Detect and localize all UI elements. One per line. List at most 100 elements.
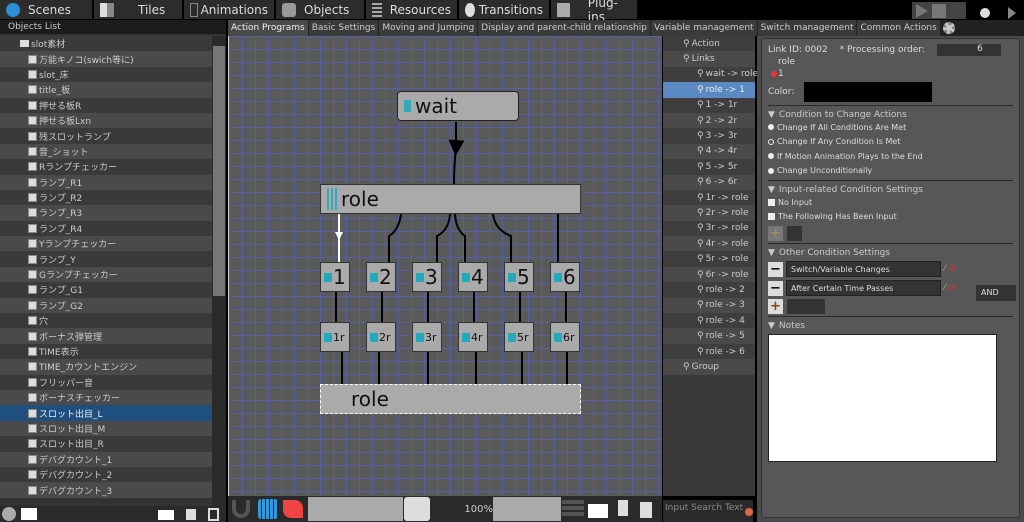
tree-link-item[interactable]: ⚲ 3r -> role [663, 220, 755, 237]
object-list-item[interactable]: 音_ショット [0, 143, 212, 160]
condition-radio[interactable]: Change If Any Condition Is Met [768, 135, 1013, 150]
object-list-item[interactable]: TIME_カウントエンジン [0, 359, 212, 375]
tab-resources[interactable]: Resources [366, 0, 459, 19]
add-condition-button[interactable]: + [768, 299, 783, 314]
tree-action[interactable]: ⚲ Action [663, 36, 755, 52]
action-node-4r[interactable]: 4r [458, 322, 488, 352]
object-list-item[interactable]: ランプ_R1 [0, 174, 212, 190]
following-input-checkbox[interactable]: The Following Has Been Input [768, 210, 1013, 225]
canvas-scroll-left[interactable] [308, 497, 403, 521]
object-list-item[interactable]: TIME表示 [0, 343, 212, 360]
new-object-icon[interactable] [186, 509, 196, 520]
object-list-item[interactable]: 押せる板Lxn [0, 112, 212, 129]
tree-link-item[interactable]: ⚲ 3 -> 3r [663, 128, 755, 144]
add-folder-icon[interactable] [588, 504, 608, 518]
processing-order-field[interactable]: 6 [936, 44, 1001, 56]
object-list-item[interactable]: Rランプチェッカー [0, 159, 212, 175]
action-node-6[interactable]: 6 [550, 262, 580, 292]
condition-radio[interactable]: Change If All Conditions Are Met [768, 120, 1013, 135]
action-node-5[interactable]: 5 [504, 262, 534, 292]
tree-link-item[interactable]: ⚲ role -> 3 [663, 297, 755, 314]
object-list-item[interactable]: ランプ_Y [0, 251, 212, 267]
object-list-item[interactable]: スロット出目_R [0, 436, 212, 452]
folder-item[interactable]: slot素材 [0, 36, 212, 52]
edit-icon[interactable]: ⁄ [944, 264, 946, 274]
action-node-2[interactable]: 2 [366, 262, 396, 292]
object-list-item[interactable]: slot_床 [0, 66, 212, 83]
play-icon[interactable] [916, 3, 928, 18]
no-input-checkbox[interactable]: No Input [768, 195, 1013, 210]
tree-link-item[interactable]: ⚲ wait -> role [663, 66, 758, 83]
tree-link-item[interactable]: ⚲ 4r -> role [663, 236, 755, 252]
object-list-item[interactable]: ランプ_R4 [0, 220, 212, 237]
notes-header[interactable]: ▼ Notes [768, 321, 1013, 331]
condition-header[interactable]: ▼ Condition to Change Actions [768, 110, 1013, 120]
tree-link-item[interactable]: ⚲ role -> 6 [663, 343, 755, 360]
tab-animations[interactable]: Animations [184, 0, 276, 19]
tab-transitions[interactable]: Transitions [459, 0, 551, 19]
object-list-item[interactable]: Gランプチェッカー [0, 266, 212, 283]
trash-icon[interactable] [640, 502, 652, 518]
add-input-button[interactable]: + [768, 226, 783, 241]
tree-link-item[interactable]: ⚲ role -> 4 [663, 313, 755, 329]
paint-icon[interactable] [283, 500, 303, 518]
object-list-item[interactable]: デバグカウント_1 [0, 451, 212, 467]
condition-radio[interactable]: If Motion Animation Plays to the End [768, 149, 1013, 164]
gear-icon[interactable] [942, 22, 955, 34]
subtab-switch-management[interactable]: Switch management [757, 20, 857, 36]
action-node-1[interactable]: 1 [320, 262, 350, 292]
tree-link-item[interactable]: ⚲ role -> 5 [663, 328, 755, 344]
stop-icon[interactable] [932, 3, 946, 18]
search-zoom-icon[interactable] [404, 497, 430, 521]
tree-link-item[interactable]: ⚲ 6 -> 6r [663, 174, 755, 190]
subtab-moving-jumping[interactable]: Moving and Jumping [379, 20, 478, 36]
input-condition-header[interactable]: ▼ Input-related Condition Settings [768, 185, 1013, 195]
tree-link-item[interactable]: ⚲ 2r -> role [663, 205, 755, 221]
tab-tiles[interactable]: Tiles [94, 0, 184, 19]
subtab-action-programs[interactable]: Action Programs [228, 20, 308, 36]
object-list-item[interactable]: ランプ_G1 [0, 282, 212, 298]
action-node-5r[interactable]: 5r [504, 322, 534, 352]
tree-search-input[interactable]: Input Search Text [663, 500, 753, 522]
condition-radio[interactable]: Change Unconditionally [768, 164, 1013, 179]
object-list-item[interactable]: ランプ_R2 [0, 189, 212, 206]
magnet-icon[interactable] [232, 500, 250, 518]
subtab-basic-settings[interactable]: Basic Settings [308, 20, 379, 36]
settings-gear-icon[interactable] [2, 507, 16, 521]
tree-link-item[interactable]: ⚲ 6r -> role [663, 266, 755, 283]
object-list-item[interactable]: ランプ_R3 [0, 205, 212, 221]
disable-icon[interactable]: ⊘ [949, 283, 957, 293]
condition-item[interactable]: After Certain Time Passes [786, 280, 941, 296]
action-node-3r[interactable]: 3r [412, 322, 442, 352]
tree-link-item[interactable]: ⚲ role -> 2 [663, 282, 755, 298]
tree-group[interactable]: ⚲ Group [663, 359, 755, 375]
object-list-item[interactable]: ボーナスチェッカー [0, 389, 212, 406]
object-list-item[interactable]: デバグカウント_3 [0, 482, 212, 498]
color-swatch[interactable] [804, 82, 933, 102]
tab-plugins[interactable]: Plug-ins [551, 0, 639, 24]
zoom-level[interactable]: 100% [433, 504, 493, 515]
object-list-item[interactable]: 残スロットランプ [0, 128, 212, 144]
condition-item[interactable]: Switch/Variable Changes [786, 261, 941, 277]
trash-icon[interactable] [208, 508, 219, 521]
tree-link-item[interactable]: ⚲ 5r -> role [663, 251, 755, 267]
action-node-4[interactable]: 4 [458, 262, 488, 292]
tab-scenes[interactable]: Scenes [0, 0, 94, 19]
action-node-role-bottom[interactable]: role [320, 384, 581, 414]
notes-textarea[interactable] [768, 334, 997, 462]
action-node-3[interactable]: 3 [412, 262, 442, 292]
action-node-wait[interactable]: wait [397, 91, 519, 121]
list-icon[interactable] [562, 500, 584, 518]
canvas-scroll-right[interactable] [493, 497, 561, 521]
new-action-icon[interactable] [618, 500, 628, 516]
add-folder-icon[interactable] [158, 510, 174, 520]
object-list-item[interactable]: ランプ_G2 [0, 297, 212, 314]
tab-objects[interactable]: Objects [276, 0, 366, 19]
run-icon[interactable] [1008, 7, 1016, 19]
tree-link-item[interactable]: ⚲ 1r -> role [663, 189, 755, 206]
disable-icon[interactable]: ⊘ [949, 264, 957, 274]
grid-icon[interactable] [258, 499, 278, 519]
object-list-item[interactable]: 穴 [0, 313, 212, 329]
action-node-6r[interactable]: 6r [550, 322, 580, 352]
tree-link-item[interactable]: ⚲ 1 -> 1r [663, 97, 755, 113]
